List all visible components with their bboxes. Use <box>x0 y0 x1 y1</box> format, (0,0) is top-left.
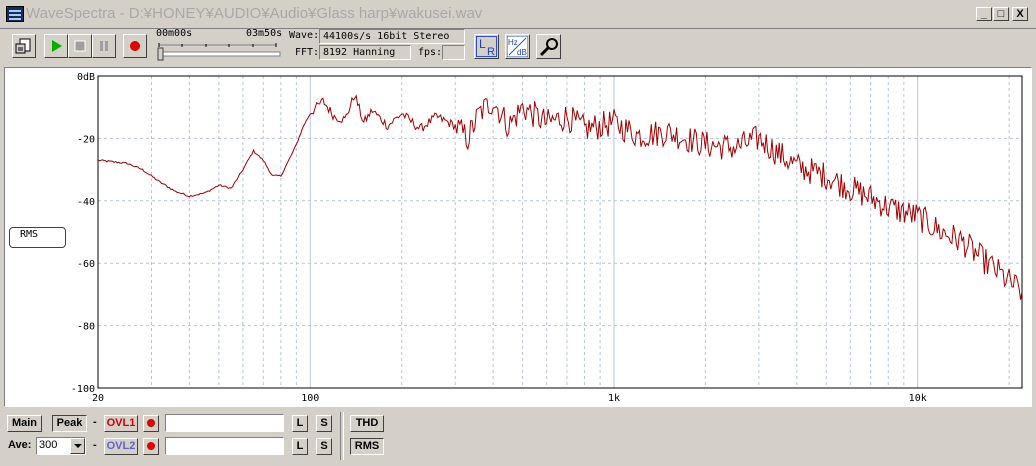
minimize-button[interactable]: _ <box>976 7 992 21</box>
fft-label: FFT: <box>295 47 320 58</box>
ovl1-name-field[interactable] <box>165 414 284 432</box>
wave-format-field: 44100s/s 16bit Stereo <box>319 29 465 44</box>
time-start: 00m00s <box>156 28 193 39</box>
close-button[interactable]: X <box>1012 7 1028 21</box>
average-value: 300 <box>39 439 58 451</box>
wrench-icon <box>539 37 558 56</box>
title-bar: WaveSpectra - D:¥HONEY¥AUDIO¥Audio¥Glass… <box>0 0 1036 29</box>
bottom-controls: Main Peak - OVL1 L S Ave: 300 - OVL2 L S… <box>0 408 1036 466</box>
play-icon <box>52 40 62 52</box>
ovl2-record-button[interactable] <box>143 438 159 455</box>
wave-label: Wave: <box>289 30 320 41</box>
hz-db-scale-icon: Hz dB <box>507 36 528 57</box>
y-tick-label: -80 <box>77 322 95 333</box>
ovl1-load-button[interactable]: L <box>292 415 308 432</box>
record-button[interactable] <box>123 34 147 58</box>
plot-axis-box <box>97 75 1023 389</box>
dash-separator: - <box>93 439 97 451</box>
divider <box>340 412 344 460</box>
time-end: 03m50s <box>246 28 283 39</box>
seek-slider[interactable] <box>156 41 282 63</box>
y-tick-label: -20 <box>77 134 95 145</box>
hz-db-scale-button[interactable]: Hz dB <box>505 34 530 59</box>
ovl2-load-button[interactable]: L <box>292 438 308 455</box>
stop-button[interactable] <box>68 34 92 58</box>
ovl1-save-button[interactable]: S <box>316 415 332 432</box>
rms-mode-indicator[interactable]: RMS <box>9 227 66 248</box>
rms-mode-label: RMS <box>20 229 39 240</box>
play-button[interactable] <box>44 34 68 58</box>
ave-label: Ave: <box>8 439 32 451</box>
window-title: WaveSpectra - D:¥HONEY¥AUDIO¥Audio¥Glass… <box>26 5 483 22</box>
x-tick-label: 20 <box>92 393 104 404</box>
record-icon <box>130 41 140 51</box>
spectrum-chart[interactable]: 0dB-20-40-60-80-10020 100 1k 10k <box>5 68 1031 406</box>
lr-channel-icon: L R <box>476 36 497 57</box>
open-file-icon <box>15 38 31 54</box>
fps-label: fps: <box>418 47 443 58</box>
y-tick-label: -40 <box>77 197 95 208</box>
chevron-down-icon[interactable] <box>70 438 85 454</box>
lr-channel-button[interactable]: L R <box>474 34 499 59</box>
pause-button[interactable] <box>92 34 116 58</box>
stop-icon <box>74 40 86 52</box>
average-select[interactable]: 300 <box>36 437 86 455</box>
ovl1-record-button[interactable] <box>143 415 159 432</box>
maximize-button[interactable]: □ <box>993 7 1009 21</box>
svg-text:R: R <box>487 46 495 57</box>
open-file-button[interactable] <box>12 34 36 58</box>
dash-separator: - <box>93 416 97 428</box>
main-button[interactable]: Main <box>7 415 42 432</box>
settings-button[interactable] <box>536 34 561 59</box>
svg-text:dB: dB <box>517 48 527 57</box>
fps-field <box>442 45 465 60</box>
x-tick-label: 100 <box>301 393 319 404</box>
app-icon[interactable] <box>6 6 24 22</box>
ovl1-button[interactable]: OVL1 <box>104 415 138 432</box>
y-tick-label: 0dB <box>77 72 95 83</box>
toolbar: 00m00s 03m50s Wave: 44100s/s 16bit Stere… <box>0 28 1036 65</box>
fft-setting-field: 8192 Hanning <box>319 45 411 60</box>
svg-text:Hz: Hz <box>508 38 518 47</box>
ovl2-button[interactable]: OVL2 <box>104 438 138 455</box>
svg-text:L: L <box>479 37 486 51</box>
spectrum-trace <box>97 94 1023 300</box>
seek-thumb[interactable] <box>157 47 164 61</box>
ovl2-name-field[interactable] <box>165 437 284 455</box>
x-tick-label: 1k <box>608 393 620 404</box>
pause-icon <box>100 41 108 51</box>
rms-button[interactable]: RMS <box>350 438 384 455</box>
spectrum-plot-frame: 0dB -20 -40 -60 -80 -100 20 100 1k 10k RMS <box>4 67 1032 407</box>
y-tick-label: -60 <box>77 259 95 270</box>
ovl2-save-button[interactable]: S <box>316 438 332 455</box>
peak-button[interactable]: Peak <box>52 415 87 432</box>
x-tick-label: 10k <box>909 393 927 404</box>
thd-button[interactable]: THD <box>350 415 384 432</box>
